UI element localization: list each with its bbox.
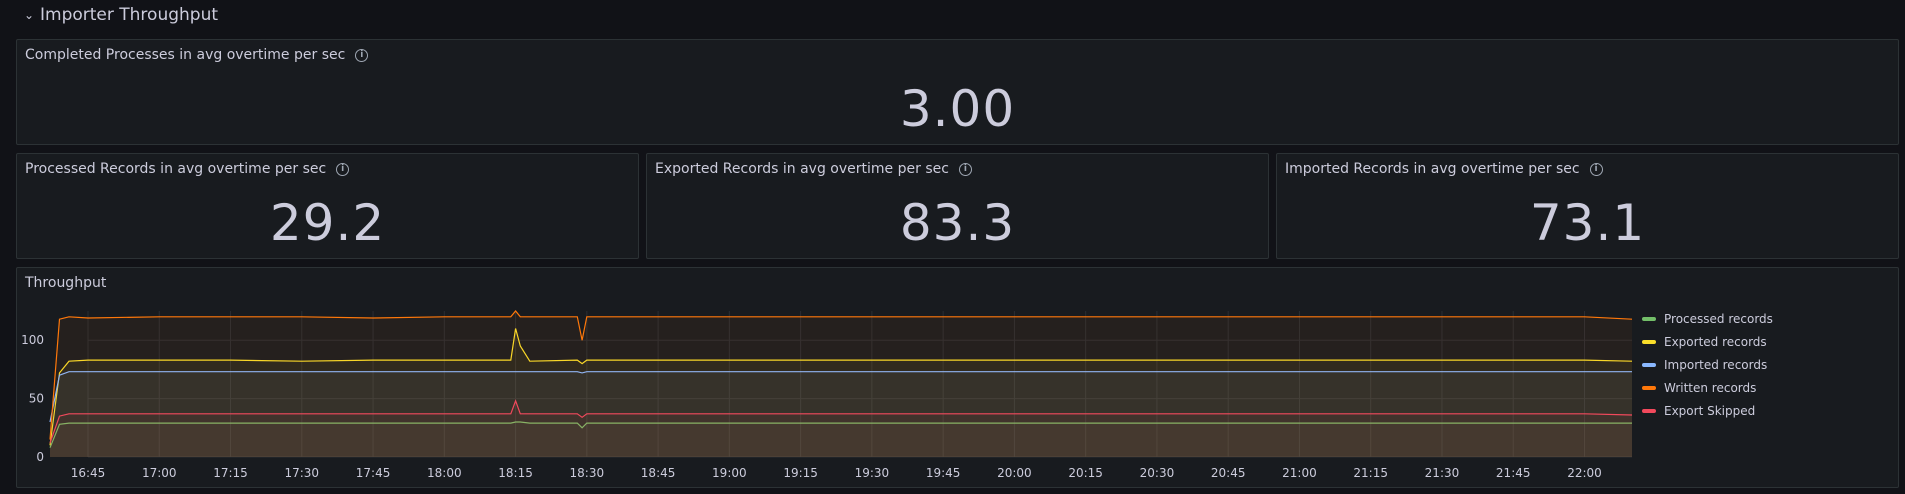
x-tick-label: 19:00 [712, 466, 747, 480]
x-tick-label: 20:15 [1068, 466, 1103, 480]
x-tick-label: 21:15 [1353, 466, 1388, 480]
legend-item[interactable]: Export Skipped [1642, 399, 1872, 422]
x-tick-label: 21:30 [1425, 466, 1460, 480]
legend-swatch [1642, 408, 1656, 413]
x-tick-label: 20:30 [1140, 466, 1175, 480]
legend-swatch [1642, 385, 1656, 390]
x-tick-label: 21:45 [1496, 466, 1531, 480]
x-tick-label: 18:15 [498, 466, 533, 480]
throughput-chart[interactable]: 0 50 100 16:45 17:00 17:15 17:30 17:45 18:00 18:1… [0, 0, 1905, 494]
x-tick-label: 21:00 [1282, 466, 1317, 480]
x-tick-label: 19:15 [783, 466, 818, 480]
x-tick-label: 17:30 [284, 466, 319, 480]
legend-label: Imported records [1664, 357, 1768, 372]
legend-label: Exported records [1664, 334, 1767, 349]
chart-legend: Processed records Exported records Importe… [1642, 307, 1872, 422]
x-tick-label: 17:00 [142, 466, 177, 480]
legend-item[interactable]: Processed records [1642, 307, 1872, 330]
legend-label: Export Skipped [1664, 403, 1756, 418]
legend-item[interactable]: Exported records [1642, 330, 1872, 353]
y-tick-label: 50 [29, 392, 44, 406]
legend-item[interactable]: Written records [1642, 376, 1872, 399]
x-tick-label: 19:45 [926, 466, 961, 480]
x-tick-label: 18:00 [427, 466, 462, 480]
legend-item[interactable]: Imported records [1642, 353, 1872, 376]
legend-swatch [1642, 362, 1656, 367]
x-tick-label: 17:45 [356, 466, 391, 480]
y-tick-label: 0 [36, 450, 44, 464]
legend-label: Written records [1664, 380, 1757, 395]
y-tick-label: 100 [21, 333, 44, 347]
legend-label: Processed records [1664, 311, 1773, 326]
x-tick-label: 18:45 [641, 466, 676, 480]
x-tick-label: 19:30 [855, 466, 890, 480]
x-tick-label: 16:45 [71, 466, 106, 480]
x-tick-label: 20:45 [1211, 466, 1246, 480]
x-tick-label: 18:30 [570, 466, 605, 480]
x-tick-label: 17:15 [213, 466, 248, 480]
legend-swatch [1642, 339, 1656, 344]
x-tick-label: 20:00 [997, 466, 1032, 480]
x-tick-label: 22:00 [1567, 466, 1602, 480]
legend-swatch [1642, 316, 1656, 321]
